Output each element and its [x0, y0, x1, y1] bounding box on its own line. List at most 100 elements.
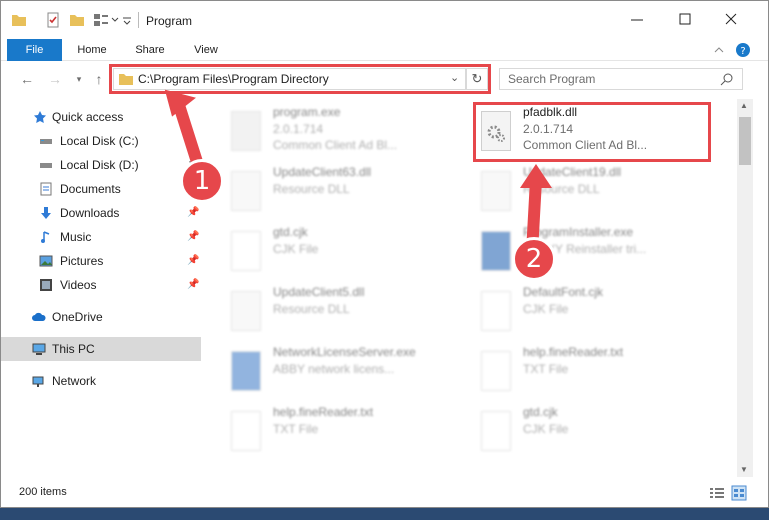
- sidebar-item-onedrive[interactable]: OneDrive: [1, 305, 201, 329]
- back-button[interactable]: ←: [19, 71, 35, 87]
- file-highlight: [473, 102, 711, 162]
- file-meta: CJK File: [273, 242, 319, 256]
- file-name: help.fineReader.txt: [523, 345, 624, 359]
- minimize-icon: [631, 19, 643, 21]
- sidebar-item-label: OneDrive: [52, 310, 103, 324]
- file-meta: CJK File: [523, 302, 569, 316]
- scroll-down-icon[interactable]: ▼: [740, 465, 748, 474]
- sidebar-item-pictures[interactable]: Pictures 📌: [1, 249, 201, 273]
- customize-toolbar-icon[interactable]: [121, 11, 133, 29]
- music-icon: [41, 231, 50, 243]
- sidebar-item-label: Quick access: [52, 110, 124, 124]
- list-item[interactable]: help.fineReader.txt TXT File: [457, 341, 697, 399]
- file-meta: TXT File: [523, 362, 569, 376]
- vertical-scrollbar[interactable]: ▲ ▼: [737, 99, 753, 477]
- window-title: Program: [146, 14, 193, 28]
- list-item[interactable]: UpdateClient63.dll Resource DLL: [207, 161, 447, 219]
- maximize-icon: [679, 13, 691, 25]
- sidebar-item-downloads[interactable]: Downloads 📌: [1, 201, 201, 225]
- sidebar-item-videos[interactable]: Videos 📌: [1, 273, 201, 297]
- dll-gear-icon: [225, 169, 265, 213]
- scroll-thumb[interactable]: [739, 117, 751, 165]
- sidebar-item-label: Videos: [60, 278, 97, 292]
- videos-icon: [40, 279, 52, 291]
- search-input[interactable]: Search Program: [508, 72, 595, 86]
- title-separator: [138, 12, 139, 28]
- file-meta: Common Client Ad Bl...: [273, 138, 398, 152]
- sidebar-item-label: Music: [60, 230, 92, 244]
- cloud-icon: [32, 312, 46, 321]
- sidebar-item-music[interactable]: Music 📌: [1, 225, 201, 249]
- pictures-icon: [39, 255, 53, 267]
- star-icon: [34, 111, 46, 123]
- help-icon[interactable]: ?: [735, 42, 751, 58]
- svg-text:?: ?: [740, 46, 745, 57]
- file-icon: [475, 409, 515, 453]
- file-name: UpdateClient5.dll: [273, 285, 365, 299]
- file-name: DefaultFont.cjk: [523, 285, 604, 299]
- sidebar-item-network[interactable]: Network: [1, 369, 201, 393]
- folder-icon: [12, 15, 26, 26]
- tab-file[interactable]: File: [7, 39, 62, 61]
- up-button[interactable]: ↑: [91, 71, 107, 87]
- file-meta: TXT File: [273, 422, 319, 436]
- sidebar-item-label: Local Disk (D:): [60, 158, 139, 172]
- scroll-up-icon[interactable]: ▲: [740, 101, 748, 110]
- file-meta: Resource DLL: [273, 302, 350, 316]
- network-icon: [32, 376, 44, 387]
- details-view-icon[interactable]: [709, 486, 725, 500]
- tab-view[interactable]: View: [181, 39, 231, 61]
- minimize-button[interactable]: [629, 11, 645, 27]
- properties-icon[interactable]: [45, 11, 61, 29]
- list-item[interactable]: program.exe 2.0.1.714 Common Client Ad B…: [207, 101, 447, 159]
- pin-icon: 📌: [187, 231, 200, 242]
- pin-icon: 📌: [187, 279, 200, 290]
- file-meta: 2.0.1.714: [273, 122, 324, 136]
- callout-badge-2: 2: [512, 237, 556, 281]
- exe-icon: [225, 349, 265, 393]
- maximize-button[interactable]: [677, 11, 693, 27]
- new-folder-icon[interactable]: [69, 11, 85, 29]
- view-menu-icon[interactable]: [93, 11, 121, 29]
- sidebar-item-label: This PC: [52, 342, 95, 356]
- sidebar-item-label: Network: [52, 374, 97, 388]
- exe-icon: [225, 109, 265, 153]
- list-item[interactable]: help.fineReader.txt TXT File: [207, 401, 447, 459]
- ribbon-tabs: File Home Share View ?: [1, 39, 768, 61]
- forward-button[interactable]: →: [47, 71, 63, 87]
- tiles-view-icon[interactable]: [731, 485, 747, 501]
- expand-ribbon-icon[interactable]: [713, 44, 725, 56]
- tab-share[interactable]: Share: [125, 39, 175, 61]
- list-item[interactable]: gtd.cjk CJK File: [457, 401, 697, 459]
- text-file-icon: [225, 409, 265, 453]
- sidebar-item-label: Documents: [60, 182, 121, 196]
- file-icon: [225, 229, 265, 273]
- list-item[interactable]: DefaultFont.cjk CJK File: [457, 281, 697, 339]
- file-name: UpdateClient63.dll: [273, 165, 372, 179]
- file-name: gtd.cjk: [273, 225, 308, 239]
- file-name: help.fineReader.txt: [273, 405, 374, 419]
- dll-gear-icon: [475, 169, 515, 213]
- sidebar-item-this-pc[interactable]: This PC: [1, 337, 201, 361]
- list-item[interactable]: gtd.cjk CJK File: [207, 221, 447, 279]
- documents-icon: [40, 182, 52, 196]
- drive-icon: [40, 139, 52, 144]
- search-box[interactable]: Search Program: [499, 68, 743, 90]
- pin-icon: 📌: [187, 207, 200, 218]
- sidebar-item-label: Pictures: [60, 254, 104, 268]
- close-button[interactable]: [723, 11, 739, 27]
- list-item[interactable]: ProgramInstaller.exe ABBYY Reinstaller t…: [457, 221, 697, 279]
- recent-locations-button[interactable]: ▾: [71, 71, 87, 87]
- file-meta: Resource DLL: [273, 182, 350, 196]
- sidebar-item-label: Downloads: [60, 206, 120, 220]
- pin-icon: 📌: [187, 255, 200, 266]
- list-item[interactable]: UpdateClient5.dll Resource DLL: [207, 281, 447, 339]
- explorer-window: Program File Home Share View ? ← → ▾ ↑ C…: [0, 0, 769, 508]
- file-name: program.exe: [273, 105, 341, 119]
- drive-icon: [40, 163, 52, 168]
- file-name: NetworkLicenseServer.exe: [273, 345, 416, 359]
- tab-home[interactable]: Home: [67, 39, 117, 61]
- text-file-icon: [475, 349, 515, 393]
- list-item[interactable]: NetworkLicenseServer.exe ABBY network li…: [207, 341, 447, 399]
- list-item[interactable]: UpdateClient19.dll Resource DLL: [457, 161, 697, 219]
